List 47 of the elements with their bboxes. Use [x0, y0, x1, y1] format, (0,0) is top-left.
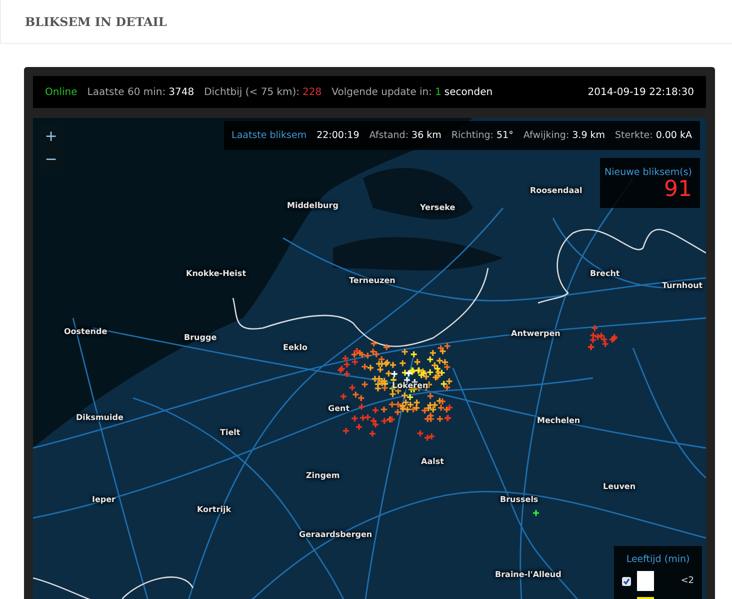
- strike-field-label: Afstand:: [369, 130, 409, 141]
- map-place-label: Terneuzen: [349, 276, 396, 285]
- map-place-label: Diksmuide: [76, 413, 124, 422]
- strike-field-value: 51°: [496, 130, 514, 141]
- connection-status: Online: [45, 86, 78, 98]
- map-place-label: Yerseke: [420, 203, 456, 212]
- map-place-label: Braine-l'Alleud: [495, 570, 562, 579]
- status-value: 3748: [168, 86, 194, 98]
- map-place-label: Mechelen: [537, 416, 580, 425]
- map-place-label: Zingem: [306, 471, 340, 480]
- status-value: 228: [302, 86, 322, 98]
- map-place-label: Kortrijk: [197, 505, 232, 514]
- strike-field-value: 3.9 km: [572, 130, 606, 141]
- new-strikes-count: 91: [664, 178, 692, 202]
- map-place-label: Turnhout: [662, 281, 703, 290]
- status-label: Laatste 60 min:: [87, 86, 166, 98]
- map-place-label: Tielt: [220, 428, 240, 437]
- map-place-label: Ieper: [92, 495, 116, 504]
- map-place-label: Roosendaal: [530, 186, 582, 195]
- status-label: Volgende update in:: [332, 86, 432, 98]
- map-place-label: Eeklo: [283, 343, 308, 352]
- new-strikes-label: Nieuwe bliksem(s): [604, 167, 692, 178]
- map-place-label: Geraardsbergen: [299, 530, 372, 539]
- legend-checkbox[interactable]: [622, 576, 631, 586]
- legend-title: Leeftijd (min): [626, 554, 690, 565]
- strike-field-value: 36 km: [412, 130, 442, 141]
- legend-label: <2: [680, 576, 694, 586]
- map-place-label: Brecht: [590, 269, 620, 278]
- strike-field-value: 0.00 kA: [656, 130, 692, 141]
- map-place-label: Antwerpen: [511, 329, 560, 338]
- status-value: 1: [435, 86, 442, 98]
- map-place-label: Brussels: [500, 495, 538, 504]
- map-place-label: Gent: [328, 404, 350, 413]
- page-title: BLIKSEM IN DETAIL: [25, 14, 167, 28]
- last-strike-time: 22:00:19: [316, 130, 360, 141]
- status-label: Dichtbij (< 75 km):: [204, 86, 300, 98]
- map-place-label: Brugge: [184, 333, 217, 342]
- last-strike-title: Laatste bliksem: [232, 130, 307, 141]
- map-place-label: Leuven: [603, 482, 636, 491]
- strike-field-label: Afwijking:: [523, 130, 570, 141]
- status-datetime: 2014-09-19 22:18:30: [588, 86, 694, 98]
- map-place-label: Middelburg: [287, 201, 338, 210]
- strike-field-label: Sterkte:: [615, 130, 653, 141]
- strike-field-label: Richting:: [451, 130, 494, 141]
- map-place-label: Aalst: [421, 457, 444, 466]
- map-place-label: Knokke-Heist: [186, 269, 246, 278]
- status-unit: seconden: [444, 86, 493, 98]
